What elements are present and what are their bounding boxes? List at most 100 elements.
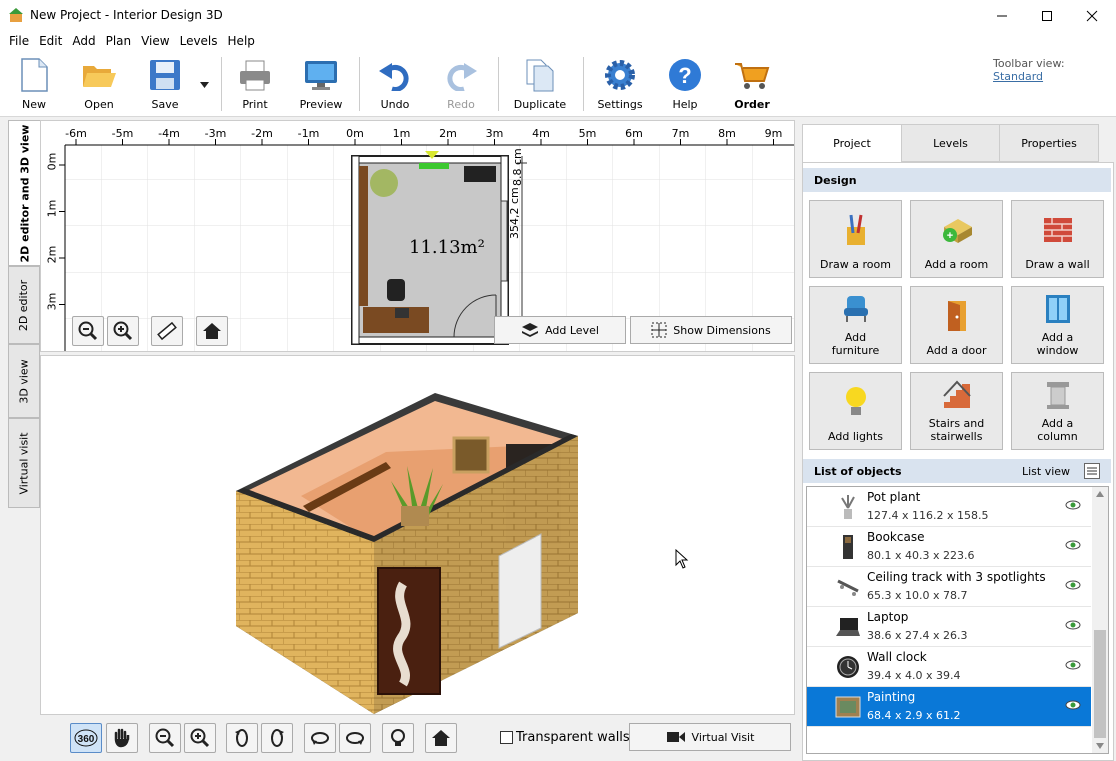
menu-file[interactable]: File	[4, 34, 34, 48]
save-dropdown[interactable]	[200, 77, 209, 91]
stairs-icon	[942, 380, 971, 408]
settings-button[interactable]: Settings	[589, 55, 651, 113]
menu-plan[interactable]: Plan	[101, 34, 137, 48]
scroll-up-icon[interactable]	[1096, 491, 1104, 497]
tab-properties[interactable]: Properties	[999, 124, 1099, 162]
add-door-button[interactable]: Add a door	[910, 286, 1003, 364]
room-3d-render[interactable]	[41, 356, 795, 715]
ruler-y-label: 1m	[45, 199, 59, 217]
pan-button[interactable]	[106, 723, 138, 753]
ruler-x-label: 1m	[392, 127, 411, 140]
tilt-up-icon	[311, 732, 329, 745]
rotate-left-button[interactable]	[226, 723, 258, 753]
visibility-eye-icon[interactable]	[1065, 500, 1081, 510]
toolbar-view-selector[interactable]: Toolbar view: Standard	[993, 57, 1116, 83]
add-lights-button[interactable]: Add lights	[809, 372, 902, 450]
virtual-visit-button[interactable]: Virtual Visit	[629, 723, 791, 751]
3d-zoom-out-button[interactable]	[149, 723, 181, 753]
tab-3d-view[interactable]: 3D view	[8, 344, 40, 418]
add-furniture-button[interactable]: Add furniture	[809, 286, 902, 364]
add-level-button[interactable]: Add Level	[494, 316, 626, 344]
list-item[interactable]: Bookcase 80.1 x 40.3 x 223.6	[807, 527, 1091, 567]
scrollbar-thumb[interactable]	[1094, 630, 1106, 738]
show-dimensions-button[interactable]: Show Dimensions	[630, 316, 792, 344]
visibility-eye-icon[interactable]	[1065, 700, 1081, 710]
tab-project[interactable]: Project	[802, 124, 902, 162]
plan-2d-editor[interactable]: 11.13m² 354,2 cm 8.8 cm Add Level Show D…	[40, 120, 795, 352]
order-button[interactable]: Order	[721, 55, 783, 113]
list-item[interactable]: Ceiling track with 3 spotlights 65.3 x 10…	[807, 567, 1091, 607]
list-item[interactable]: Pot plant 127.4 x 116.2 x 158.5	[807, 487, 1091, 527]
tilt-up-button[interactable]	[304, 723, 336, 753]
transparent-walls-checkbox[interactable]	[500, 731, 513, 744]
stairs-button[interactable]: Stairs and stairwells	[910, 372, 1003, 450]
list-view-label[interactable]: List view	[1022, 465, 1070, 478]
3d-zoom-in-button[interactable]	[184, 723, 216, 753]
rotate-right-button[interactable]	[261, 723, 293, 753]
menu-edit[interactable]: Edit	[34, 34, 67, 48]
rotate-360-button[interactable]: 360	[70, 723, 102, 753]
zoom-out-button[interactable]	[72, 316, 104, 346]
ruler-x-label: -4m	[158, 127, 180, 140]
app-icon	[9, 8, 23, 22]
tab-virtual-visit[interactable]: Virtual visit	[8, 418, 40, 508]
transparent-walls-label[interactable]: Transparent walls	[516, 730, 630, 745]
menu-view[interactable]: View	[136, 34, 174, 48]
add-room-button[interactable]: + Add a room	[910, 200, 1003, 278]
ruler-button[interactable]	[151, 316, 183, 346]
menu-add[interactable]: Add	[67, 34, 100, 48]
svg-text:?: ?	[678, 63, 691, 88]
save-button[interactable]: Save	[134, 55, 196, 113]
3d-home-button[interactable]	[425, 723, 457, 753]
list-item-selected[interactable]: Painting 68.4 x 2.9 x 61.2	[807, 687, 1091, 727]
visibility-eye-icon[interactable]	[1065, 540, 1081, 550]
list-view-icon[interactable]	[1084, 463, 1100, 479]
help-button[interactable]: ? Help	[654, 55, 716, 113]
painting-3d[interactable]	[452, 436, 490, 474]
add-window-button[interactable]: Add a window	[1011, 286, 1104, 364]
open-button[interactable]: Open	[68, 55, 130, 113]
zoom-in-button[interactable]	[107, 316, 139, 346]
ruler-x-label: 0m	[346, 127, 364, 140]
add-room-icon: +	[942, 218, 972, 243]
new-button[interactable]: New	[3, 55, 65, 113]
tab-2d-editor-and-3d-view[interactable]: 2D editor and 3D view	[8, 120, 40, 266]
duplicate-icon	[526, 59, 554, 92]
preview-button[interactable]: Preview	[290, 55, 352, 113]
objects-scrollbar[interactable]	[1092, 487, 1108, 753]
visibility-eye-icon[interactable]	[1065, 620, 1081, 630]
minimize-button[interactable]	[979, 0, 1025, 31]
home-icon	[432, 730, 450, 746]
view-3d[interactable]	[40, 355, 795, 715]
tab-2d-editor[interactable]: 2D editor	[8, 266, 40, 344]
menu-help[interactable]: Help	[223, 34, 260, 48]
ruler-x-label: 7m	[671, 127, 690, 140]
list-item[interactable]: Laptop 38.6 x 27.4 x 26.3	[807, 607, 1091, 647]
draw-wall-button[interactable]: Draw a wall	[1011, 200, 1104, 278]
list-item[interactable]: Wall clock 39.4 x 4.0 x 39.4	[807, 647, 1091, 687]
print-button[interactable]: Print	[224, 55, 286, 113]
close-button[interactable]	[1069, 0, 1115, 31]
maximize-button[interactable]	[1024, 0, 1070, 31]
toolbar-view-link[interactable]: Standard	[993, 70, 1043, 83]
gear-icon	[605, 60, 635, 90]
menu-levels[interactable]: Levels	[175, 34, 223, 48]
objects-list[interactable]: Pot plant 127.4 x 116.2 x 158.5 Bookcase 8…	[806, 486, 1109, 754]
floppy-disk-icon	[150, 60, 180, 90]
ruler-x-label: -2m	[251, 127, 273, 140]
undo-button[interactable]: Undo	[364, 55, 426, 113]
duplicate-button[interactable]: Duplicate	[509, 55, 571, 113]
add-level-icon	[522, 323, 539, 337]
plan-home-button[interactable]	[196, 316, 228, 346]
draw-room-button[interactable]: Draw a room	[809, 200, 902, 278]
scroll-down-icon[interactable]	[1096, 743, 1104, 749]
add-column-button[interactable]: Add a column	[1011, 372, 1104, 450]
visibility-eye-icon[interactable]	[1065, 580, 1081, 590]
design-header: Design	[803, 168, 1111, 192]
redo-button[interactable]: Redo	[430, 55, 492, 113]
tab-levels[interactable]: Levels	[901, 124, 1000, 162]
tilt-down-button[interactable]	[339, 723, 371, 753]
lights-button[interactable]	[382, 723, 414, 753]
plant-symbol[interactable]	[370, 169, 398, 197]
visibility-eye-icon[interactable]	[1065, 660, 1081, 670]
